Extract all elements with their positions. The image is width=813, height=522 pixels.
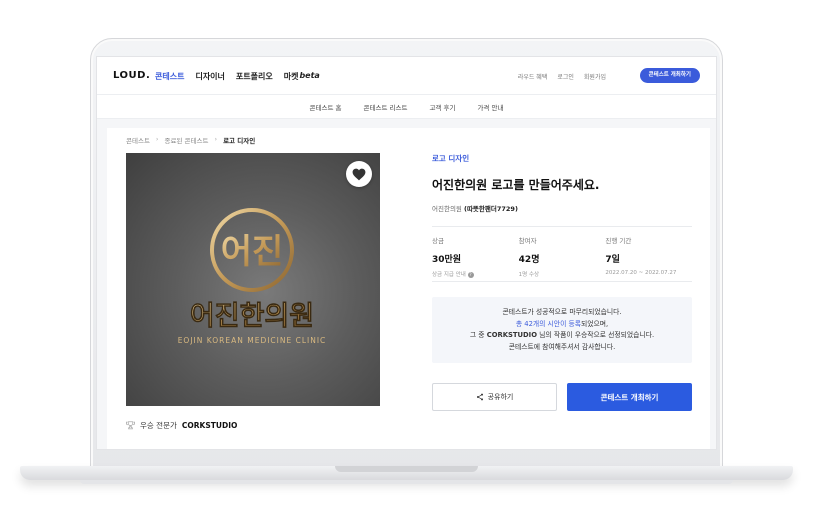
info-icon: ? [467,271,474,278]
stat-participants: 참여자 42명 1명 수상 [519,227,606,281]
notice-submission-count: 총 42개의 시안이 등록 [515,319,581,328]
notice-winner: CORKSTUDIO [486,331,537,339]
share-icon [476,393,483,401]
organizer-name: 어진한의원 [432,205,462,213]
subnav-contest-list[interactable]: 콘테스트 리스트 [364,102,408,112]
contest-info: 로고 디자인 어진한의원 로고를 만들어주세요. 어진한의원 (따뜻한팬더772… [432,153,692,411]
notice-line-3: 그 중 CORKSTUDIO 님의 작품이 우승작으로 선정되었습니다. [432,330,692,342]
notice-line-3-a: 그 중 [469,331,487,339]
stat-prize: 상금 30만원 상금 지급 안내 ? [432,227,519,281]
stat-period: 진행 기간 7일 2022.07.20 ~ 2022.07.27 [605,227,692,281]
host-contest-primary-button[interactable]: 콘테스트 개최하기 [567,383,692,411]
winning-logo-image[interactable]: 어진 어진한의원 EOJIN KOREAN MEDICINE CLINIC [126,153,380,406]
nav-item-market[interactable]: 마켓beta [284,71,320,82]
contest-detail-card: 콘테스트 › 종료된 콘테스트 › 로고 디자인 어진 어진한의원 EOJIN … [107,128,710,449]
stat-prize-label: 상금 [432,237,444,245]
login-link[interactable]: 로그인 [557,72,574,81]
expert-name[interactable]: CORKSTUDIO [182,421,237,430]
laptop-notch [335,466,478,472]
benefits-link[interactable]: 라우드 혜택 [518,72,548,81]
heart-icon [352,168,366,180]
nav-item-market-label: 마켓 [283,72,299,81]
contest-category: 로고 디자인 [432,154,470,163]
laptop-screen: LOUD. 콘테스트 디자이너 포트폴리오 마켓beta 라우드 혜택 로그인 … [96,56,717,450]
contest-stats: 상금 30만원 상금 지급 안내 ? 참여자 42명 1명 수상 진행 기간 7… [432,226,692,282]
stat-period-value: 7일 [605,255,620,265]
nav-item-contest[interactable]: 콘테스트 [155,71,184,82]
stat-prize-value: 30만원 [432,255,462,265]
contest-title: 어진한의원 로고를 만들어주세요. [432,178,600,192]
stat-participants-value: 42명 [518,255,540,265]
share-label: 공유하기 [487,393,514,401]
chevron-right-icon: › [155,135,159,143]
stat-participants-sub: 1명 수상 [518,272,540,278]
sub-nav: 콘테스트 홈 콘테스트 리스트 고객 후기 가격 안내 [97,95,716,119]
breadcrumb: 콘테스트 › 종료된 콘테스트 › 로고 디자인 [126,135,255,145]
laptop-mockup: LOUD. 콘테스트 디자이너 포트폴리오 마켓beta 라우드 혜택 로그인 … [0,0,813,522]
subnav-reviews[interactable]: 고객 후기 [429,102,455,112]
logo-mockup-artwork: 어진 어진한의원 EOJIN KOREAN MEDICINE CLINIC [178,208,327,345]
notice-line-3-c: 님의 작품이 우승작으로 선정되었습니다. [537,331,655,339]
stat-participants-label: 참여자 [518,237,537,245]
breadcrumb-closed[interactable]: 종료된 콘테스트 [165,135,209,145]
notice-line-1: 콘테스트가 성공적으로 마무리되었습니다. [502,308,622,316]
stat-prize-sub[interactable]: 상금 지급 안내 ? [432,270,519,278]
main-nav: 콘테스트 디자이너 포트폴리오 마켓beta [155,71,320,82]
expert-label: 우승 전문가 [140,421,177,430]
nav-item-designer[interactable]: 디자이너 [195,71,224,82]
stat-period-sub: 2022.07.20 ~ 2022.07.27 [605,270,677,276]
logo-name-en: EOJIN KOREAN MEDICINE CLINIC [178,336,327,345]
host-contest-button[interactable]: 콘테스트 개최하기 [639,68,700,83]
prize-info-link: 상금 지급 안내 [432,272,466,278]
subnav-contest-home[interactable]: 콘테스트 홈 [310,102,342,112]
trophy-icon [126,421,135,430]
signup-link[interactable]: 회원가입 [584,72,606,81]
breadcrumb-contest[interactable]: 콘테스트 [126,135,150,145]
site-logo[interactable]: LOUD. [113,70,150,81]
like-button[interactable] [346,161,372,187]
logo-name-ko: 어진한의원 [190,301,314,332]
share-button[interactable]: 공유하기 [432,383,557,411]
stat-period-label: 진행 기간 [605,237,632,245]
contest-organizer: 어진한의원 (따뜻한팬더7729) [432,203,692,213]
logo-mark-text: 어진 [221,232,284,272]
winning-expert: 우승 전문가 CORKSTUDIO [126,420,237,431]
nav-item-portfolio[interactable]: 포트폴리오 [236,71,273,82]
breadcrumb-current: 로고 디자인 [223,137,256,145]
chevron-right-icon: › [214,135,218,143]
notice-line-4: 콘테스트에 참여해주셔서 감사합니다. [508,342,616,351]
utility-links: 라우드 혜택 로그인 회원가입 [518,72,606,81]
notice-line-2: 총 42개의 시안이 등록되었으며, [432,319,692,331]
beta-badge: beta [299,71,320,80]
subnav-pricing[interactable]: 가격 안내 [477,102,503,112]
notice-line-2-rest: 되었으며, [580,319,609,328]
organizer-user: (따뜻한팬더7729) [463,205,518,213]
top-header: LOUD. 콘테스트 디자이너 포트폴리오 마켓beta 라우드 혜택 로그인 … [97,57,716,95]
laptop-base-lip [80,480,733,484]
completion-notice: 콘테스트가 성공적으로 마무리되었습니다. 총 42개의 시안이 등록되었으며,… [432,297,692,363]
